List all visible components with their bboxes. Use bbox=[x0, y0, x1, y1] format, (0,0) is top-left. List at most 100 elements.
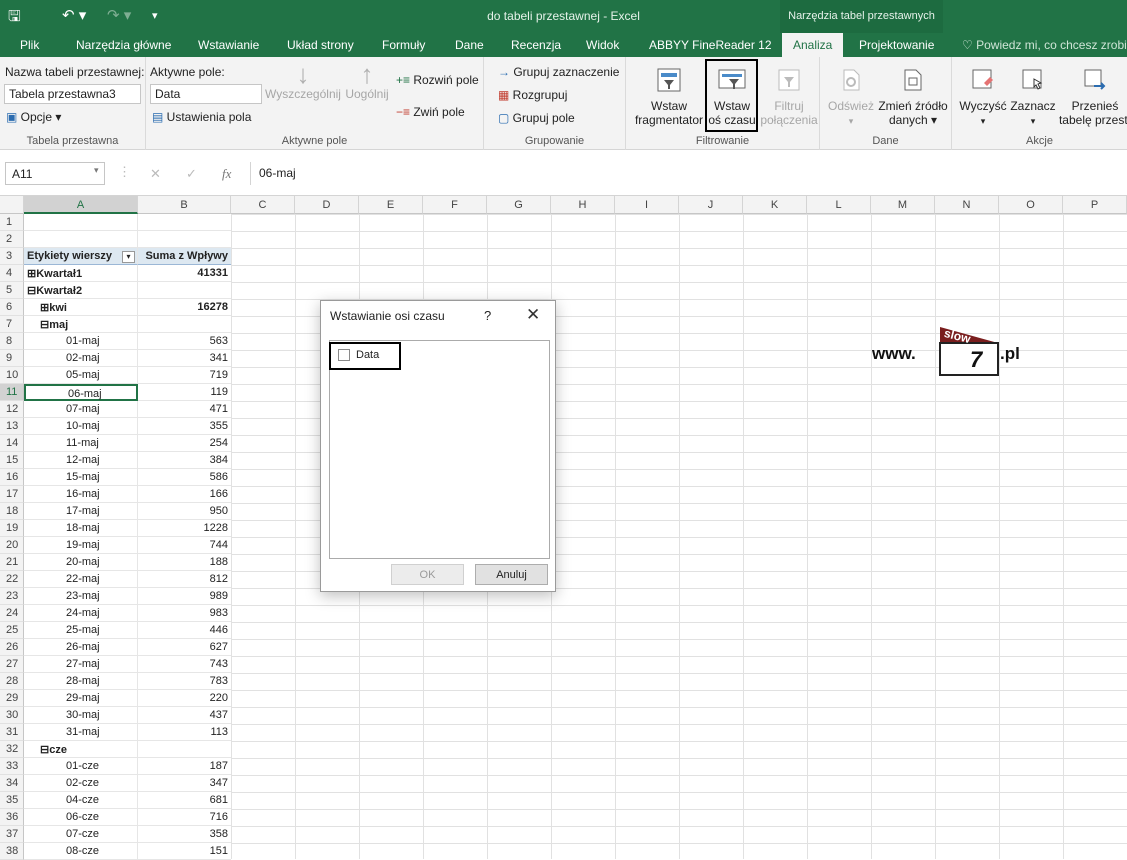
tab-review[interactable]: Recenzja bbox=[511, 38, 561, 52]
value-cell[interactable] bbox=[138, 316, 231, 333]
expand-field-button[interactable]: +≡ Rozwiń pole bbox=[396, 73, 479, 87]
row-label-cell[interactable]: 01-maj bbox=[24, 333, 138, 350]
tell-me-search[interactable]: ♡ Powiedz mi, co chcesz zrobić bbox=[962, 38, 1127, 52]
row-header[interactable]: 17 bbox=[0, 486, 24, 503]
row-label-cell[interactable]: 04-cze bbox=[24, 792, 138, 809]
change-source-button[interactable]: Zmień źródło danych ▾ bbox=[874, 67, 952, 127]
value-cell[interactable]: 471 bbox=[138, 401, 231, 418]
value-cell[interactable]: 563 bbox=[138, 333, 231, 350]
row-header[interactable]: 2 bbox=[0, 231, 24, 248]
values-header[interactable]: Suma z Wpływy bbox=[138, 248, 231, 265]
value-cell[interactable]: 358 bbox=[138, 826, 231, 843]
row-header[interactable]: 36 bbox=[0, 809, 24, 826]
column-header[interactable]: L bbox=[807, 196, 871, 214]
value-cell[interactable]: 812 bbox=[138, 571, 231, 588]
value-cell[interactable]: 627 bbox=[138, 639, 231, 656]
value-cell[interactable]: 950 bbox=[138, 503, 231, 520]
column-header[interactable]: F bbox=[423, 196, 487, 214]
row-header[interactable]: 26 bbox=[0, 639, 24, 656]
value-cell[interactable]: 341 bbox=[138, 350, 231, 367]
value-cell[interactable]: 355 bbox=[138, 418, 231, 435]
row-label-cell[interactable] bbox=[24, 231, 138, 248]
column-header[interactable]: G bbox=[487, 196, 551, 214]
value-cell[interactable]: 166 bbox=[138, 486, 231, 503]
row-label-cell[interactable]: 25-maj bbox=[24, 622, 138, 639]
row-label-cell[interactable]: ⊟cze bbox=[24, 741, 138, 758]
value-cell[interactable]: 783 bbox=[138, 673, 231, 690]
formula-input[interactable]: 06-maj bbox=[250, 162, 1127, 185]
value-cell[interactable]: 681 bbox=[138, 792, 231, 809]
tab-page-layout[interactable]: Układ strony bbox=[287, 38, 354, 52]
value-cell[interactable] bbox=[138, 282, 231, 299]
row-header[interactable]: 7 bbox=[0, 316, 24, 333]
row-header[interactable]: 31 bbox=[0, 724, 24, 741]
row-header[interactable]: 11 bbox=[0, 384, 24, 401]
column-header[interactable]: K bbox=[743, 196, 807, 214]
value-cell[interactable] bbox=[138, 741, 231, 758]
value-cell[interactable]: 188 bbox=[138, 554, 231, 571]
value-cell[interactable]: 989 bbox=[138, 588, 231, 605]
value-cell[interactable]: 743 bbox=[138, 656, 231, 673]
field-settings-button[interactable]: ▤ Ustawienia pola bbox=[152, 110, 251, 124]
value-cell[interactable]: 983 bbox=[138, 605, 231, 622]
group-field-button[interactable]: ▢ Grupuj pole bbox=[498, 111, 575, 125]
row-header[interactable]: 27 bbox=[0, 656, 24, 673]
value-cell[interactable]: 151 bbox=[138, 843, 231, 860]
row-header[interactable]: 35 bbox=[0, 792, 24, 809]
tab-analiza[interactable]: Analiza bbox=[782, 33, 844, 57]
column-header[interactable]: J bbox=[679, 196, 743, 214]
row-header[interactable]: 30 bbox=[0, 707, 24, 724]
row-label-cell[interactable]: 23-maj bbox=[24, 588, 138, 605]
column-header[interactable]: H bbox=[551, 196, 615, 214]
row-header[interactable]: 10 bbox=[0, 367, 24, 384]
drill-down-button[interactable]: ↓ Wyszczególnij bbox=[264, 61, 342, 101]
column-header[interactable]: P bbox=[1063, 196, 1127, 214]
row-label-cell[interactable]: 19-maj bbox=[24, 537, 138, 554]
row-label-cell[interactable]: 02-maj bbox=[24, 350, 138, 367]
row-header[interactable]: 1 bbox=[0, 214, 24, 231]
value-cell[interactable]: 187 bbox=[138, 758, 231, 775]
tab-formulas[interactable]: Formuły bbox=[382, 38, 425, 52]
row-label-cell[interactable]: 02-cze bbox=[24, 775, 138, 792]
value-cell[interactable] bbox=[138, 214, 231, 231]
cancel-entry-icon[interactable]: ✕ bbox=[150, 166, 161, 182]
close-icon[interactable]: ✕ bbox=[526, 305, 540, 325]
column-header[interactable]: M bbox=[871, 196, 935, 214]
help-icon[interactable]: ? bbox=[484, 308, 491, 323]
row-label-cell[interactable]: ⊟maj bbox=[24, 316, 138, 333]
row-label-cell[interactable]: 17-maj bbox=[24, 503, 138, 520]
move-pivot-button[interactable]: Przenieś tabelę przest. bbox=[1058, 67, 1127, 127]
row-header[interactable]: 22 bbox=[0, 571, 24, 588]
value-cell[interactable]: 437 bbox=[138, 707, 231, 724]
filter-dropdown-icon[interactable]: ▾ bbox=[122, 251, 135, 263]
row-header[interactable]: 16 bbox=[0, 469, 24, 486]
column-header[interactable]: N bbox=[935, 196, 999, 214]
name-box[interactable]: A11 bbox=[5, 162, 105, 185]
column-header[interactable]: I bbox=[615, 196, 679, 214]
tab-insert[interactable]: Wstawianie bbox=[198, 38, 259, 52]
row-header[interactable]: 34 bbox=[0, 775, 24, 792]
column-header[interactable]: O bbox=[999, 196, 1063, 214]
row-header[interactable]: 20 bbox=[0, 537, 24, 554]
row-header[interactable]: 25 bbox=[0, 622, 24, 639]
row-header[interactable]: 12 bbox=[0, 401, 24, 418]
select-all-corner[interactable] bbox=[0, 196, 24, 214]
value-cell[interactable]: 254 bbox=[138, 435, 231, 452]
select-button[interactable]: Zaznacz ▾ bbox=[1008, 67, 1058, 128]
cancel-button[interactable]: Anuluj bbox=[475, 564, 548, 585]
row-label-cell[interactable]: 28-maj bbox=[24, 673, 138, 690]
row-label-cell[interactable]: 31-maj bbox=[24, 724, 138, 741]
clear-button[interactable]: Wyczyść ▾ bbox=[958, 67, 1008, 128]
row-label-cell[interactable]: 07-cze bbox=[24, 826, 138, 843]
row-label-cell[interactable]: 27-maj bbox=[24, 656, 138, 673]
tab-abbyy[interactable]: ABBYY FineReader 12 bbox=[649, 38, 772, 52]
row-header[interactable]: 13 bbox=[0, 418, 24, 435]
value-cell[interactable] bbox=[138, 231, 231, 248]
row-header[interactable]: 23 bbox=[0, 588, 24, 605]
row-labels-header[interactable]: Etykiety wierszy bbox=[24, 248, 138, 265]
column-header[interactable]: E bbox=[359, 196, 423, 214]
row-header[interactable]: 24 bbox=[0, 605, 24, 622]
drill-up-button[interactable]: ↑ Uogólnij bbox=[342, 61, 392, 101]
row-label-cell[interactable]: 16-maj bbox=[24, 486, 138, 503]
value-cell[interactable]: 1228 bbox=[138, 520, 231, 537]
